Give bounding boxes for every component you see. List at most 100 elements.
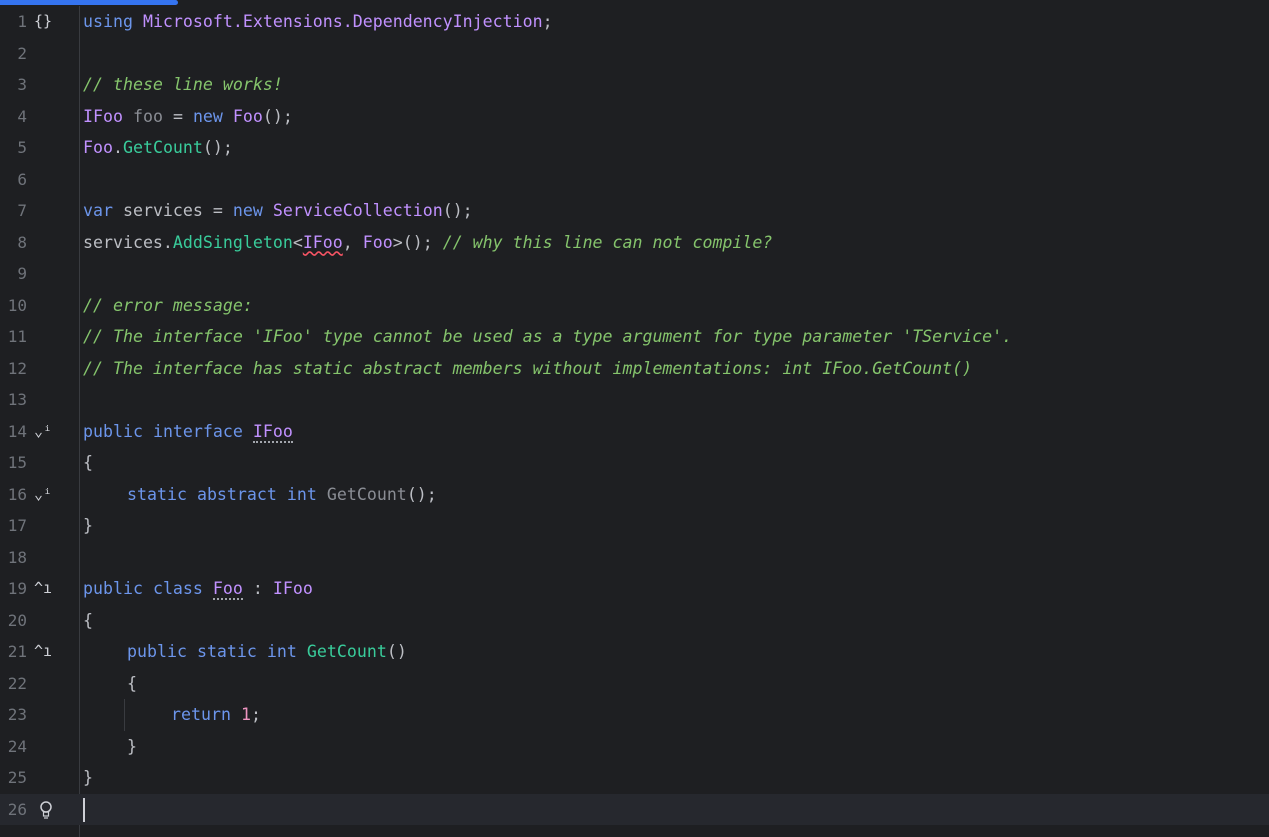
code-text[interactable]: Foo.GetCount();: [83, 132, 233, 164]
line-number: 23: [7, 705, 27, 724]
brace: }: [83, 768, 93, 787]
code-text[interactable]: public static int GetCount(): [127, 636, 407, 668]
keyword: abstract: [196, 484, 277, 504]
implements-interface-icon[interactable]: ^ı: [34, 636, 58, 668]
bulb-icon[interactable]: [38, 800, 54, 820]
comment: // The interface 'IFoo' type cannot be u…: [83, 327, 1013, 346]
code-text[interactable]: // The interface has static abstract mem…: [83, 353, 972, 385]
interface-name: IFoo: [252, 421, 293, 443]
keyword: using: [83, 12, 133, 31]
punct: ();: [442, 201, 473, 220]
code-line[interactable]: 20: [0, 605, 1269, 637]
line-number: 4: [17, 106, 27, 126]
punct: (): [386, 642, 407, 661]
plain-text: services.: [83, 232, 173, 252]
implements-interface-icon[interactable]: ^ı: [34, 573, 58, 605]
line-number: 6: [17, 169, 27, 189]
code-text[interactable]: {: [127, 668, 137, 700]
comment: // why this line can not compile?: [442, 232, 773, 252]
brace: {: [83, 610, 93, 630]
keyword: interface: [152, 421, 243, 441]
plain-text: services =: [112, 201, 233, 220]
fold-implemented-icon[interactable]: ⌄ⁱ: [34, 479, 58, 511]
keyword: static: [196, 642, 257, 661]
code-line[interactable]: 25: [0, 762, 1269, 794]
punct: ;: [542, 12, 553, 31]
code-text[interactable]: return 1;: [171, 699, 261, 731]
keyword: class: [152, 579, 203, 598]
code-text[interactable]: // error message:: [83, 290, 253, 322]
brace: }: [127, 736, 137, 756]
code-text[interactable]: {: [83, 605, 93, 637]
keyword: public: [83, 579, 143, 598]
code-line[interactable]: 18: [0, 542, 1269, 574]
code-text[interactable]: static abstract int GetCount();: [127, 479, 437, 511]
brace: {: [83, 453, 93, 472]
line-number: 14: [7, 421, 27, 441]
code-text[interactable]: }: [83, 762, 93, 794]
type-name: Foo: [362, 232, 393, 252]
code-text[interactable]: }: [127, 731, 137, 763]
code-line[interactable]: 9: [0, 258, 1269, 290]
punct: :: [242, 579, 273, 598]
line-number: 21: [7, 642, 27, 661]
line-number: 16: [7, 484, 27, 504]
keyword: int: [286, 484, 317, 504]
namespace-braces-icon: {}: [34, 12, 53, 30]
punct: ();: [202, 138, 233, 157]
code-line[interactable]: 22: [0, 668, 1269, 700]
keyword: return: [171, 705, 231, 724]
code-text[interactable]: public class Foo : IFoo: [83, 573, 313, 605]
type-name: IFoo: [83, 106, 123, 126]
code-line[interactable]: 13: [0, 384, 1269, 416]
line-number: 13: [7, 390, 27, 409]
line-number: 15: [7, 453, 27, 472]
code-line[interactable]: 15: [0, 447, 1269, 479]
code-line[interactable]: 2: [0, 38, 1269, 70]
code-line[interactable]: 26: [0, 793, 1269, 825]
line-number: 5: [17, 138, 27, 157]
code-text[interactable]: IFoo foo = new Foo();: [83, 101, 293, 133]
code-text[interactable]: services.AddSingleton<IFoo, Foo>(); // w…: [83, 227, 772, 259]
method-name: GetCount: [326, 484, 407, 504]
line-number: 7: [17, 201, 27, 220]
punct: ,: [342, 232, 363, 252]
code-text[interactable]: // The interface 'IFoo' type cannot be u…: [83, 321, 1012, 353]
code-text[interactable]: var services = new ServiceCollection();: [83, 195, 473, 227]
line-number: 18: [7, 547, 27, 567]
type-name: ServiceCollection: [272, 201, 443, 220]
brace: {: [127, 673, 137, 693]
namespace-name: Microsoft.Extensions.DependencyInjection: [142, 12, 543, 31]
line-number: 25: [7, 768, 27, 787]
method-name: GetCount: [122, 138, 203, 157]
line-number: 1: [17, 12, 27, 31]
code-line[interactable]: 6: [0, 164, 1269, 196]
code-text[interactable]: // these line works!: [83, 69, 283, 101]
punct: ;: [250, 705, 261, 724]
code-text[interactable]: {: [83, 447, 93, 479]
code-line[interactable]: 24: [0, 731, 1269, 763]
text-caret: [83, 797, 85, 822]
punct: <: [292, 232, 303, 252]
punct: ();: [406, 484, 437, 504]
code-text[interactable]: public interface IFoo: [83, 416, 293, 448]
operator: =: [162, 106, 193, 126]
punct: ();: [262, 106, 293, 126]
fold-implemented-icon[interactable]: ⌄ⁱ: [34, 416, 58, 448]
line-number: 8: [17, 232, 27, 252]
keyword: new: [192, 106, 223, 126]
indent-guide: [124, 699, 125, 731]
line-number: 20: [7, 610, 27, 630]
line-number: 22: [7, 673, 27, 693]
code-text[interactable]: using Microsoft.Extensions.DependencyInj…: [83, 6, 553, 38]
code-line[interactable]: 17: [0, 510, 1269, 542]
code-text[interactable]: }: [83, 510, 93, 542]
